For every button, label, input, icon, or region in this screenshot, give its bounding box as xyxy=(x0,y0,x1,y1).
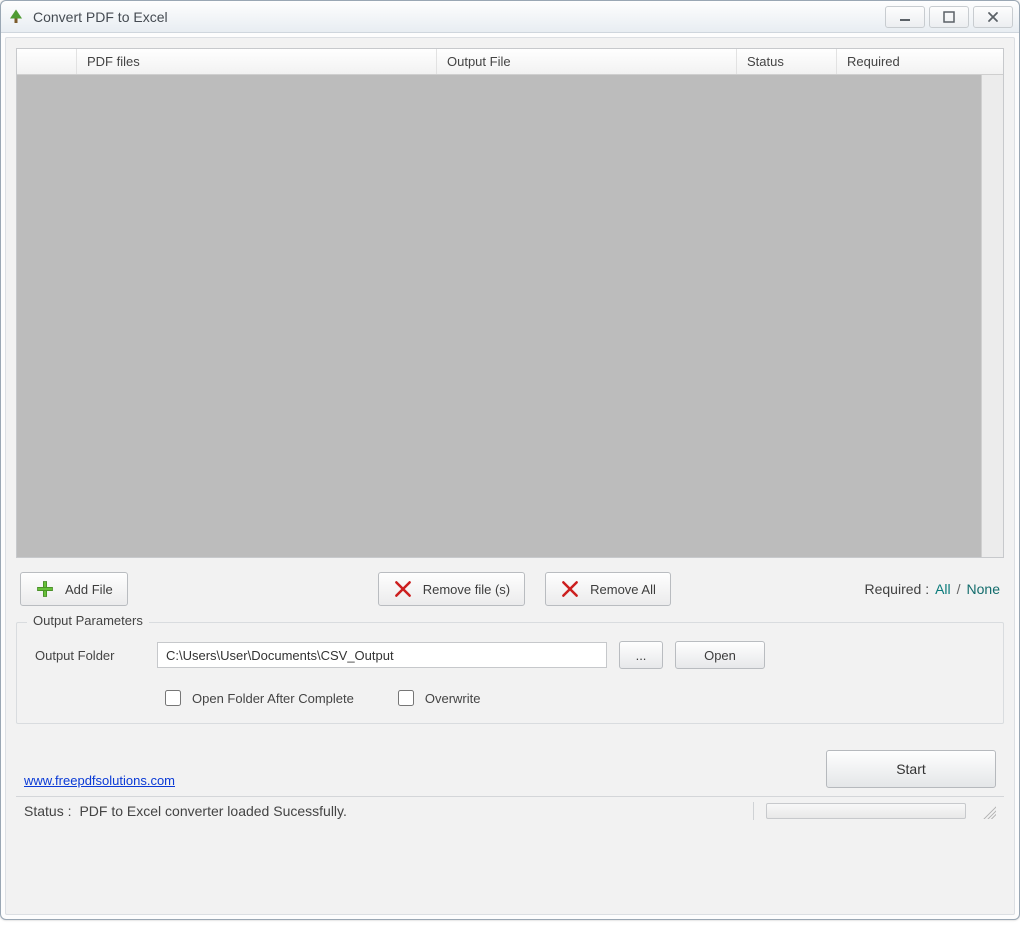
output-parameters-legend: Output Parameters xyxy=(27,613,149,628)
website-link[interactable]: www.freepdfsolutions.com xyxy=(24,773,175,788)
open-after-checkbox[interactable]: Open Folder After Complete xyxy=(161,687,354,709)
file-list-header: PDF files Output File Status Required xyxy=(17,49,1003,75)
col-status[interactable]: Status xyxy=(737,49,837,74)
statusbar: Status : PDF to Excel converter loaded S… xyxy=(16,796,1004,824)
required-label: Required : xyxy=(864,581,929,597)
status-prefix: Status : xyxy=(24,803,71,819)
output-folder-label: Output Folder xyxy=(35,648,145,663)
add-file-button[interactable]: Add File xyxy=(20,572,128,606)
app-window: Convert PDF to Excel PDF files Output Fi… xyxy=(0,0,1020,920)
output-folder-input[interactable] xyxy=(157,642,607,668)
statusbar-divider xyxy=(753,802,754,820)
browse-button[interactable]: ... xyxy=(619,641,663,669)
window-title: Convert PDF to Excel xyxy=(33,9,168,25)
open-after-checkbox-input[interactable] xyxy=(165,690,181,706)
footer-row: www.freepdfsolutions.com Start xyxy=(16,724,1004,796)
app-icon xyxy=(7,8,25,26)
remove-all-button[interactable]: Remove All xyxy=(545,572,671,606)
col-output-file[interactable]: Output File xyxy=(437,49,737,74)
required-all-link[interactable]: All xyxy=(935,581,951,597)
required-block: Required : All / None xyxy=(864,581,1000,597)
required-none-link[interactable]: None xyxy=(967,581,1000,597)
progress-bar xyxy=(766,803,966,819)
open-after-label: Open Folder After Complete xyxy=(192,691,354,706)
col-blank[interactable] xyxy=(17,49,77,74)
col-pdf-files[interactable]: PDF files xyxy=(77,49,437,74)
file-list[interactable]: PDF files Output File Status Required xyxy=(16,48,1004,558)
minimize-button[interactable] xyxy=(885,6,925,28)
add-file-label: Add File xyxy=(65,582,113,597)
resize-grip[interactable] xyxy=(980,803,996,819)
maximize-button[interactable] xyxy=(929,6,969,28)
open-folder-button[interactable]: Open xyxy=(675,641,765,669)
output-parameters-group: Output Parameters Output Folder ... Open… xyxy=(16,622,1004,724)
x-red-icon xyxy=(560,579,580,599)
start-button[interactable]: Start xyxy=(826,750,996,788)
overwrite-checkbox[interactable]: Overwrite xyxy=(394,687,481,709)
toolbar: Add File Remove file (s) Remove All Requ… xyxy=(16,558,1004,618)
plus-icon xyxy=(35,579,55,599)
remove-files-button[interactable]: Remove file (s) xyxy=(378,572,525,606)
client-area: PDF files Output File Status Required Ad… xyxy=(5,37,1015,915)
remove-all-label: Remove All xyxy=(590,582,656,597)
required-separator: / xyxy=(957,581,961,597)
x-red-icon xyxy=(393,579,413,599)
output-options-row: Open Folder After Complete Overwrite xyxy=(31,687,989,709)
titlebar[interactable]: Convert PDF to Excel xyxy=(1,1,1019,33)
overwrite-checkbox-input[interactable] xyxy=(398,690,414,706)
status-message: PDF to Excel converter loaded Sucessfull… xyxy=(79,803,346,819)
remove-files-label: Remove file (s) xyxy=(423,582,510,597)
file-list-body[interactable] xyxy=(17,75,981,557)
close-button[interactable] xyxy=(973,6,1013,28)
file-list-scrollbar[interactable] xyxy=(981,75,1003,557)
output-folder-row: Output Folder ... Open xyxy=(31,641,989,669)
col-required[interactable]: Required xyxy=(837,49,937,74)
overwrite-label: Overwrite xyxy=(425,691,481,706)
